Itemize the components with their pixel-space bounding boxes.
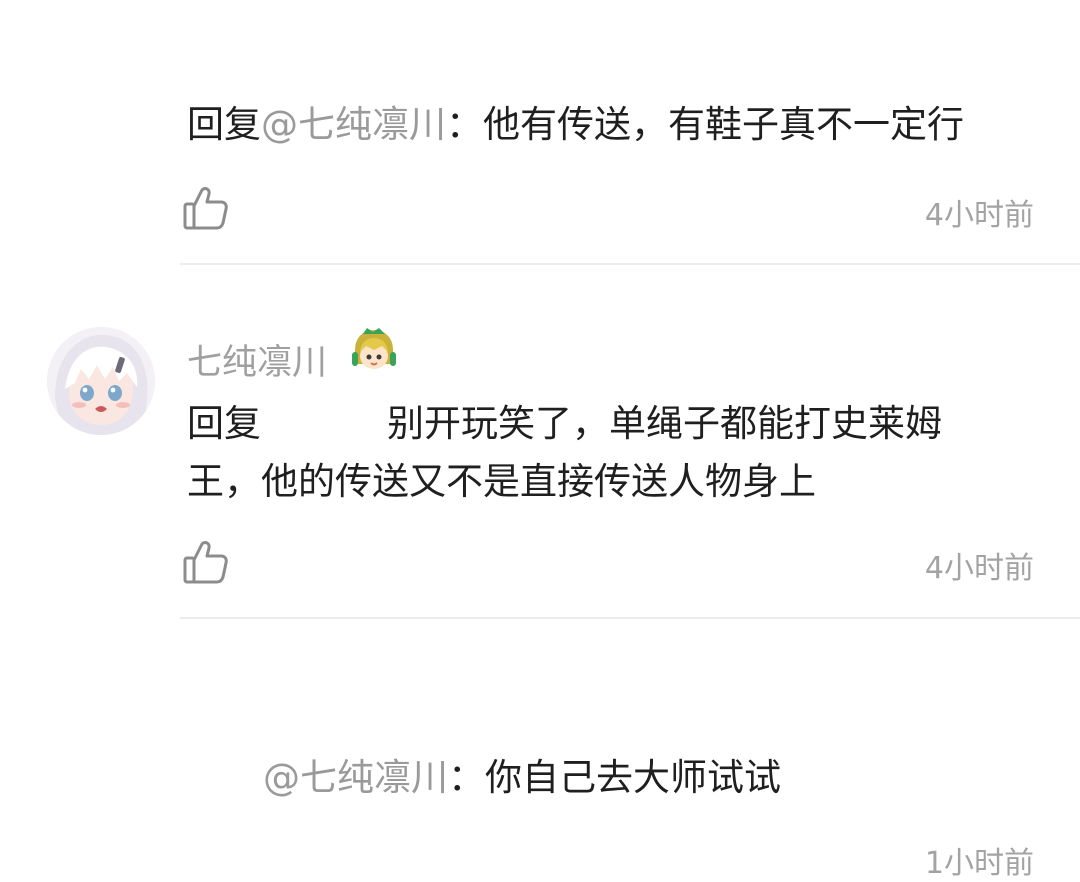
mention-link[interactable]: @七纯凛川: [261, 103, 446, 146]
comment-2-timestamp: 4小时前: [924, 551, 1034, 586]
comment-1-text: 回复@七纯凛川：他有传送，有鞋子真不一定行: [187, 88, 964, 162]
green-hair-character-badge-icon: [349, 326, 399, 376]
anime-girl-avatar-icon: [47, 327, 155, 435]
avatar[interactable]: [47, 327, 155, 435]
comment-1-timestamp: 4小时前: [924, 198, 1034, 233]
comment-body: ：你自己去大师试试: [448, 756, 781, 799]
username[interactable]: 七纯凛川: [187, 334, 327, 385]
comment-3-timestamp: 1小时前: [924, 846, 1034, 881]
reply-prefix: 回复: [187, 402, 261, 445]
comment-3-text: @七纯凛川：你自己去大师试试: [187, 741, 781, 815]
divider: [180, 617, 1080, 619]
comment-2-line-2: 王，他的传送又不是直接传送人物身上: [187, 460, 816, 503]
comment-body-line-1: 别开玩笑了，单绳子都能打史莱姆: [387, 402, 942, 445]
thumbs-up-icon[interactable]: [182, 184, 230, 232]
reply-prefix: 回复: [187, 103, 261, 146]
thumbs-up-icon[interactable]: [182, 538, 230, 586]
mention-link[interactable]: @七纯凛川: [263, 756, 448, 799]
comment-body: ：他有传送，有鞋子真不一定行: [446, 103, 964, 146]
divider: [180, 263, 1080, 265]
